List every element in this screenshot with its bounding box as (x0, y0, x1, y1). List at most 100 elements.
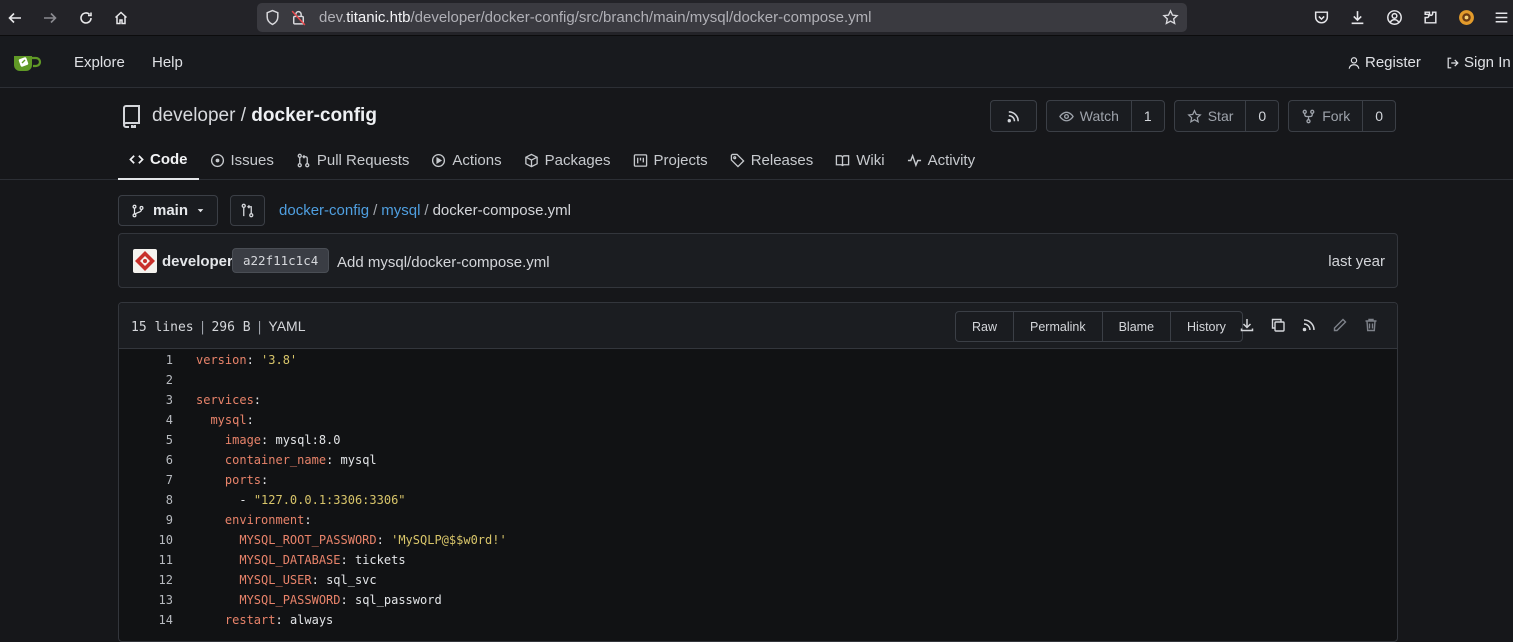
avatar[interactable] (133, 249, 157, 273)
url-text[interactable]: dev.titanic.htb/developer/docker-config/… (319, 9, 871, 26)
pulse-icon (907, 153, 921, 167)
code-line: 1 version: '3.8' (119, 350, 1397, 370)
pocket-icon[interactable] (1312, 8, 1330, 26)
back-icon[interactable] (4, 7, 26, 29)
nav-explore[interactable]: Explore (74, 54, 125, 71)
line-number[interactable]: 3 (119, 393, 173, 407)
yaml-key: version (196, 353, 247, 367)
yaml-punctuation: : (326, 453, 341, 467)
line-number[interactable]: 7 (119, 473, 173, 487)
extensions-icon[interactable] (1421, 8, 1439, 26)
watch-button[interactable]: Watch 1 (1045, 100, 1165, 132)
nav-help[interactable]: Help (152, 54, 183, 71)
file-info: 15 lines | 296 B | YAML (131, 318, 306, 335)
line-number[interactable]: 4 (119, 413, 173, 427)
tab-wiki[interactable]: Wiki (824, 140, 895, 180)
shield-icon[interactable] (264, 9, 281, 26)
permalink-button[interactable]: Permalink (1014, 312, 1103, 341)
code-line: 6 container_name: mysql (119, 450, 1397, 470)
yaml-punctuation: : (246, 353, 262, 367)
person-icon (1348, 56, 1360, 69)
yaml-punctuation: : (253, 393, 262, 407)
repo-owner-link[interactable]: developer (152, 105, 235, 126)
menu-icon[interactable] (1492, 8, 1510, 26)
yaml-punctuation: : (246, 413, 254, 427)
tab-pull-requests[interactable]: Pull Requests (285, 140, 421, 180)
repo-rss-button[interactable] (989, 100, 1037, 132)
copy-icon[interactable] (1270, 317, 1286, 333)
watch-count[interactable]: 1 (1130, 101, 1164, 131)
yaml-value: sql_svc (326, 573, 377, 587)
insecure-lock-icon[interactable] (290, 9, 307, 26)
line-content: MYSQL_PASSWORD: sql_password (173, 593, 441, 607)
fork-button[interactable]: Fork 0 (1288, 100, 1396, 132)
yaml-key: restart (224, 613, 276, 627)
bookmark-star-icon[interactable] (1162, 9, 1179, 26)
tab-actions[interactable]: Actions (420, 140, 512, 180)
line-number[interactable]: 5 (119, 433, 173, 447)
extension-fox-icon[interactable] (1457, 8, 1475, 26)
tab-code[interactable]: Code (118, 140, 199, 180)
blame-button[interactable]: Blame (1103, 312, 1172, 341)
home-icon[interactable] (110, 7, 132, 29)
browser-toolbar: dev.titanic.htb/developer/docker-config/… (0, 0, 1513, 36)
line-number[interactable]: 13 (119, 593, 173, 607)
line-number[interactable]: 14 (119, 613, 173, 627)
yaml-value: "127.0.0.1:3306:3306" (253, 493, 406, 507)
line-number[interactable]: 9 (119, 513, 173, 527)
rss-icon[interactable] (1301, 317, 1317, 333)
register-link[interactable]: Register (1347, 54, 1421, 71)
tab-releases[interactable]: Releases (719, 140, 825, 180)
address-bar[interactable]: dev.titanic.htb/developer/docker-config/… (257, 3, 1187, 32)
line-number[interactable]: 8 (119, 493, 173, 507)
breadcrumb-repo-link[interactable]: docker-config (279, 202, 369, 219)
line-content: MYSQL_ROOT_PASSWORD: 'MySQLP@$$w0rd!' (173, 533, 506, 547)
file-view: 15 lines | 296 B | YAML Raw Permalink Blame … (118, 302, 1398, 642)
gitea-logo-icon[interactable] (12, 50, 44, 74)
line-content: restart: always (173, 613, 333, 627)
code-line: 5 image: mysql:8.0 (119, 430, 1397, 450)
line-content: environment: (173, 513, 312, 527)
tab-issues[interactable]: Issues (199, 140, 285, 180)
line-number[interactable]: 12 (119, 573, 173, 587)
yaml-key: MYSQL_ROOT_PASSWORD (239, 533, 377, 547)
branch-selector[interactable]: main (118, 195, 219, 226)
repo-name-link[interactable]: docker-config (251, 105, 377, 126)
breadcrumb-folder-link[interactable]: mysql (381, 202, 420, 219)
line-content: container_name: mysql (173, 453, 377, 467)
star-button[interactable]: Star 0 (1173, 100, 1280, 132)
commit-message[interactable]: Add mysql/docker-compose.yml (337, 254, 550, 271)
download-icon[interactable] (1239, 317, 1255, 333)
line-number[interactable]: 2 (119, 373, 173, 387)
yaml-punctuation: : (340, 593, 355, 607)
line-number[interactable]: 1 (119, 353, 173, 367)
yaml-key: services (196, 393, 254, 407)
line-number[interactable]: 10 (119, 533, 173, 547)
tab-packages[interactable]: Packages (513, 140, 622, 180)
commit-author[interactable]: developer (162, 253, 233, 270)
tab-activity[interactable]: Activity (896, 140, 987, 180)
code-line: 9 environment: (119, 510, 1397, 530)
sign-in-link[interactable]: Sign In (1446, 54, 1511, 71)
tab-wiki-label: Wiki (856, 151, 885, 169)
line-number[interactable]: 6 (119, 453, 173, 467)
tab-projects[interactable]: Projects (622, 140, 719, 180)
line-number[interactable]: 11 (119, 553, 173, 567)
forward-icon[interactable] (39, 7, 61, 29)
line-content: mysql: (173, 413, 254, 427)
downloads-icon[interactable] (1348, 8, 1366, 26)
account-icon[interactable] (1385, 8, 1403, 26)
fork-count[interactable]: 0 (1362, 101, 1395, 131)
history-button[interactable]: History (1171, 312, 1242, 341)
commit-sha[interactable]: a22f11c1c4 (232, 248, 330, 273)
edit-pencil-icon[interactable] (1332, 317, 1348, 333)
compare-button[interactable] (230, 195, 266, 226)
delete-trash-icon[interactable] (1363, 317, 1379, 333)
reload-icon[interactable] (75, 7, 97, 29)
star-count[interactable]: 0 (1245, 101, 1278, 131)
raw-button[interactable]: Raw (956, 312, 1015, 341)
